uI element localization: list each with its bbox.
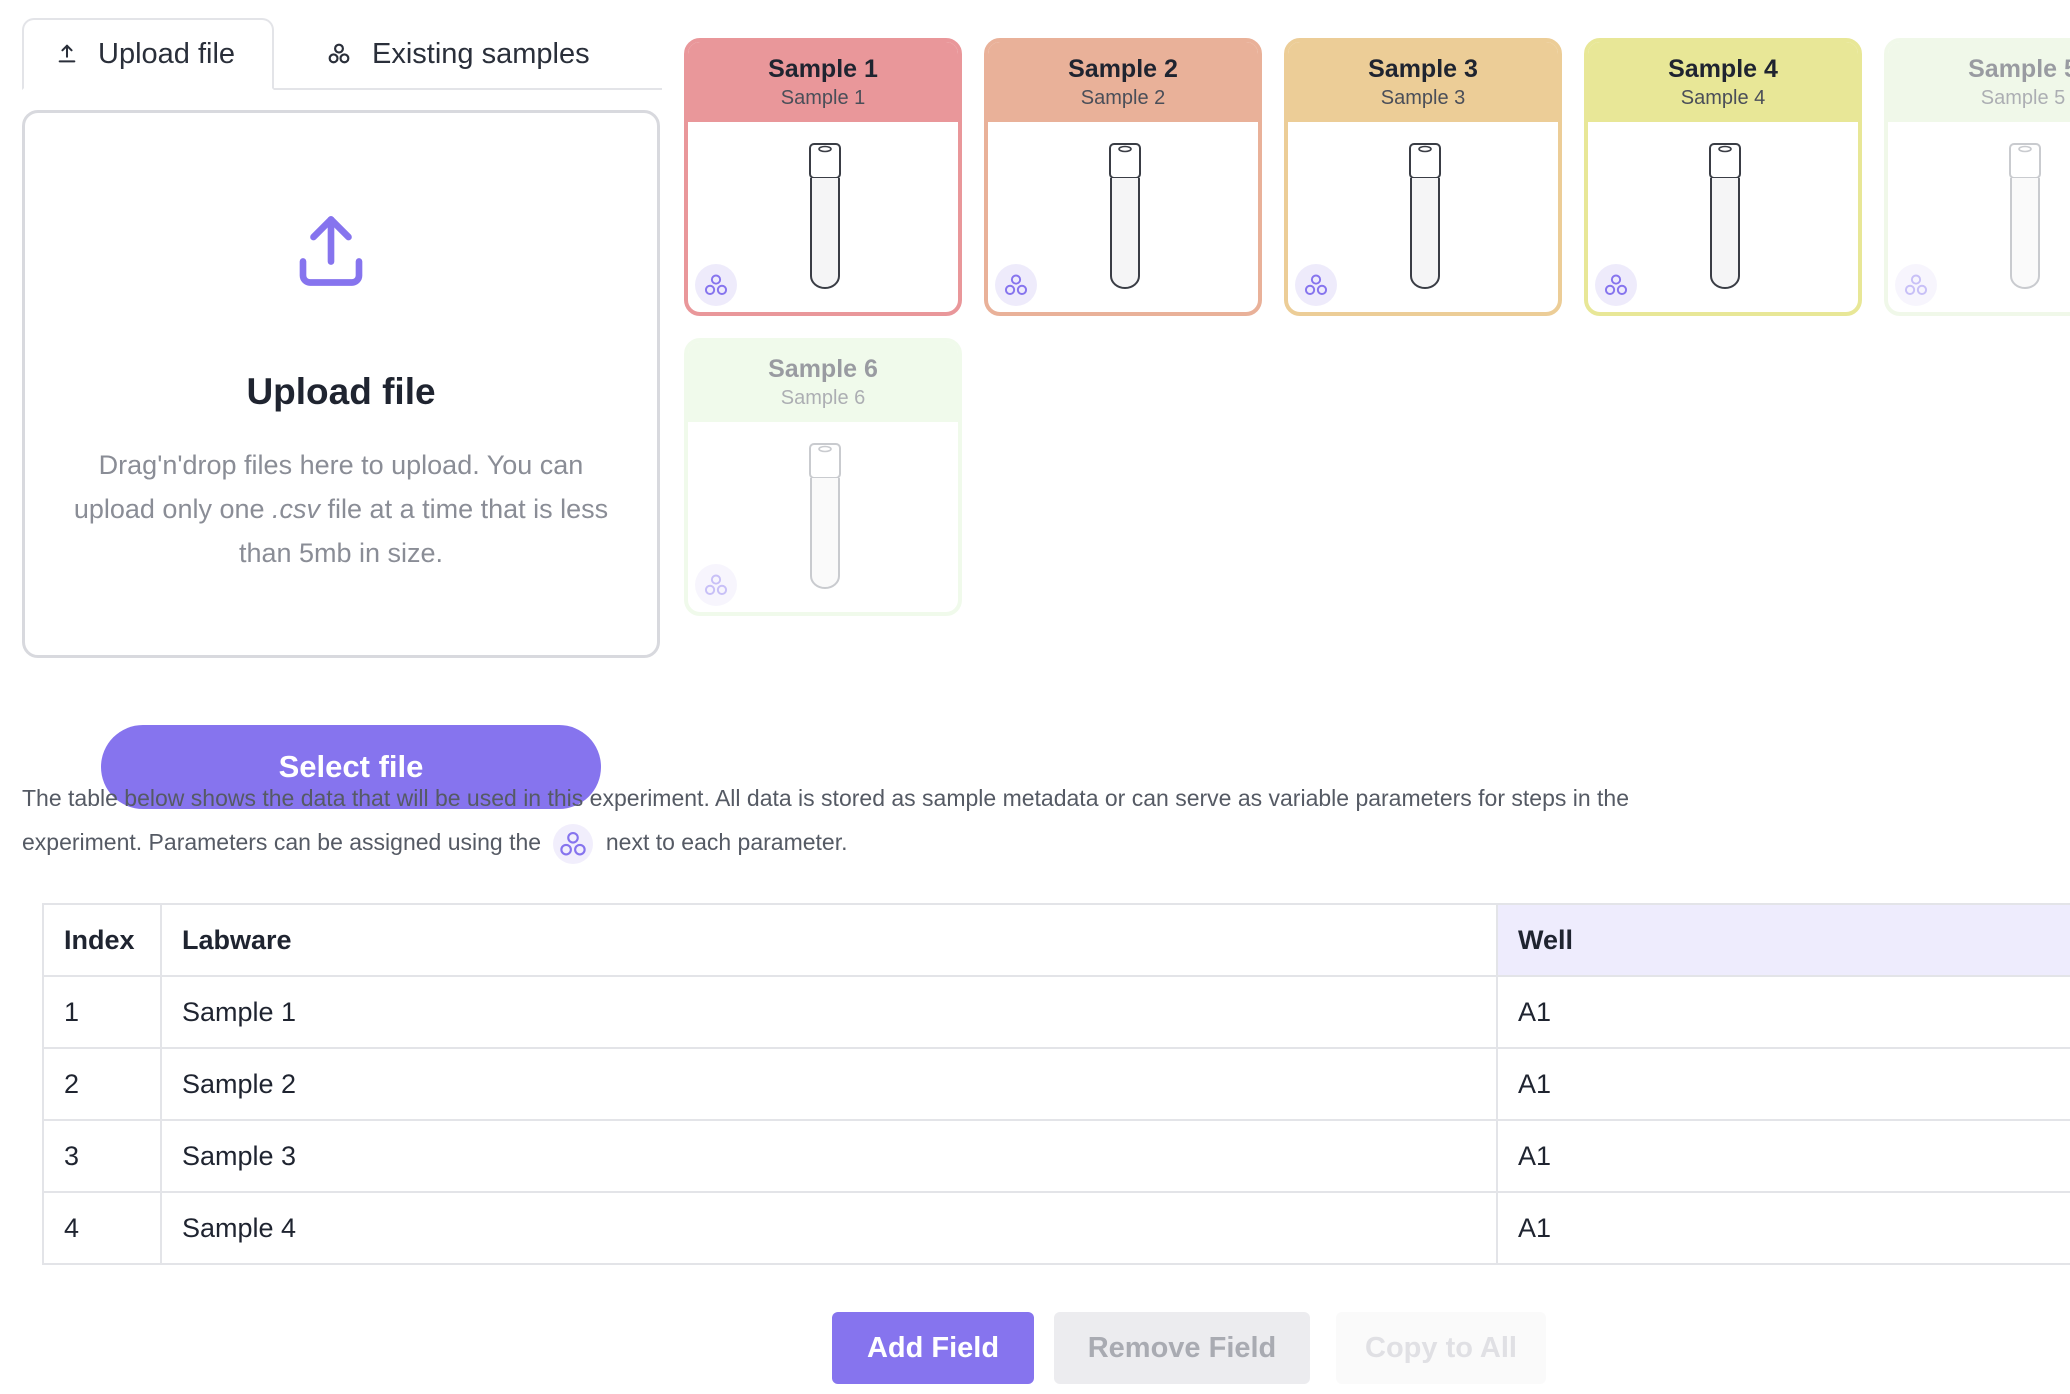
sample-card[interactable]: Sample 3 Sample 3: [1284, 38, 1562, 316]
cell-index: 2: [42, 1047, 162, 1121]
card-title: Sample 2: [1068, 55, 1178, 83]
parameter-badge[interactable]: [1595, 264, 1637, 306]
upload-dropzone[interactable]: Upload file Drag'n'drop files here to up…: [22, 110, 660, 809]
card-title: Sample 1: [768, 55, 878, 83]
cell-well[interactable]: A1: [1496, 975, 2070, 1049]
upload-title: Upload file: [246, 371, 436, 412]
cell-labware[interactable]: Sample 1: [160, 975, 1498, 1049]
parameter-badge[interactable]: [695, 564, 737, 606]
copy-to-all-button[interactable]: Copy to All: [1336, 1312, 1546, 1384]
sample-card[interactable]: Sample 6 Sample 6: [684, 338, 962, 616]
table-row: 3 Sample 3 A1: [42, 1119, 2070, 1193]
cell-labware[interactable]: Sample 4: [160, 1191, 1498, 1265]
card-subtitle: Sample 3: [1380, 87, 1466, 109]
parameter-icon: [553, 823, 594, 864]
parameter-badge[interactable]: [695, 264, 737, 306]
tube-icon: [2009, 143, 2041, 289]
tab-label: Existing samples: [372, 37, 590, 70]
upload-description: Drag'n'drop files here to upload. You ca…: [73, 450, 609, 568]
parameter-icon: [1604, 274, 1628, 295]
table-row: 4 Sample 4 A1: [42, 1191, 2070, 1265]
table-row: 2 Sample 2 A1: [42, 1047, 2070, 1121]
card-title: Sample 4: [1668, 55, 1778, 83]
column-header-index: Index: [42, 903, 162, 977]
tube-icon: [809, 443, 841, 589]
parameter-icon: [1904, 274, 1928, 295]
sample-data-table: Index Labware Well 1 Sample 1 A1 2 Sampl…: [42, 903, 2070, 1265]
card-header: Sample 2 Sample 2: [988, 42, 1258, 122]
parameter-badge[interactable]: [1295, 264, 1337, 306]
parameter-icon: [1004, 274, 1028, 295]
samples-icon: [328, 43, 350, 64]
cell-well[interactable]: A1: [1496, 1191, 2070, 1265]
cell-index: 3: [42, 1119, 162, 1193]
card-subtitle: Sample 2: [1080, 87, 1166, 109]
cell-well[interactable]: A1: [1496, 1119, 2070, 1193]
remove-field-button[interactable]: Remove Field: [1054, 1312, 1310, 1384]
card-subtitle: Sample 4: [1680, 87, 1766, 109]
cell-labware[interactable]: Sample 2: [160, 1047, 1498, 1121]
tab-existing-samples[interactable]: Existing samples: [304, 18, 590, 90]
parameter-icon: [704, 274, 728, 295]
card-header: Sample 1 Sample 1: [688, 42, 958, 122]
cell-index: 1: [42, 975, 162, 1049]
card-title: Sample 6: [768, 355, 878, 383]
card-header: Sample 6 Sample 6: [688, 342, 958, 422]
table-description: The table below shows the data that will…: [22, 776, 1722, 864]
sample-card[interactable]: Sample 1 Sample 1: [684, 38, 962, 316]
card-subtitle: Sample 1: [780, 87, 866, 109]
table-header-row: Index Labware Well: [42, 903, 2070, 977]
tab-label: Upload file: [98, 37, 236, 70]
parameter-icon: [1304, 274, 1328, 295]
column-header-well[interactable]: Well: [1496, 903, 2070, 977]
card-header: Sample 4 Sample 4: [1588, 42, 1858, 122]
sample-card[interactable]: Sample 4 Sample 4: [1584, 38, 1862, 316]
cell-labware[interactable]: Sample 3: [160, 1119, 1498, 1193]
tab-upload-file[interactable]: Upload file: [22, 18, 274, 90]
card-subtitle: Sample 5: [1980, 87, 2066, 109]
parameter-badge[interactable]: [1895, 264, 1937, 306]
parameter-icon: [704, 574, 728, 595]
parameter-badge[interactable]: [995, 264, 1037, 306]
tube-icon: [809, 143, 841, 289]
card-title: Sample 5: [1968, 55, 2070, 83]
tube-icon: [1409, 143, 1441, 289]
upload-icon: [299, 216, 363, 286]
add-field-button[interactable]: Add Field: [832, 1312, 1034, 1384]
sample-card[interactable]: Sample 5 Sample 5: [1884, 38, 2070, 316]
card-subtitle: Sample 6: [780, 387, 866, 409]
table-row: 1 Sample 1 A1: [42, 975, 2070, 1049]
cell-index: 4: [42, 1191, 162, 1265]
tube-icon: [1709, 143, 1741, 289]
card-header: Sample 3 Sample 3: [1288, 42, 1558, 122]
upload-icon: [58, 44, 76, 63]
column-header-labware: Labware: [160, 903, 1498, 977]
sample-card[interactable]: Sample 2 Sample 2: [984, 38, 1262, 316]
tab-bar: Upload file Existing samples: [22, 18, 662, 90]
file-extension: .csv: [272, 494, 321, 524]
cell-well[interactable]: A1: [1496, 1047, 2070, 1121]
card-title: Sample 3: [1368, 55, 1478, 83]
tube-icon: [1109, 143, 1141, 289]
card-header: Sample 5 Sample 5: [1888, 42, 2070, 122]
